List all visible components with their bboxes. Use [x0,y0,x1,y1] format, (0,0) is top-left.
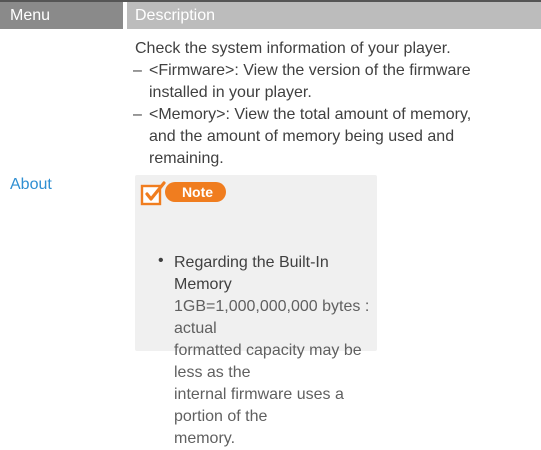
bullet-dash: – [133,106,142,123]
menu-item-about: About [10,176,52,193]
description-cell: Check the system information of your pla… [133,38,535,170]
bullet-line: and the amount of memory being used and [149,128,455,145]
bullet-line: <Firmware>: View the version of the firm… [149,62,471,79]
note-body-line: formatted capacity may be less as the [174,342,362,381]
description-bullet-firmware: – <Firmware>: View the version of the fi… [133,60,535,104]
bullet-line: remaining. [149,150,224,167]
header-menu-cell: Menu [0,2,123,29]
description-bullet-memory: – <Memory>: View the total amount of mem… [133,104,535,170]
note-body-line: internal firmware uses a portion of the [174,386,344,425]
bullet-dash: – [133,62,142,79]
note-body-line: memory. [174,430,236,447]
note-bullet-dot: • [158,252,164,269]
note-label: Note [165,182,226,202]
note-text: Regarding the Built-In Memory 1GB=1,000,… [174,252,384,450]
table-header: Menu Description [0,2,541,29]
bullet-line: <Memory>: View the total amount of memor… [149,106,472,123]
bullet-line: installed in your player. [149,84,312,101]
note-body-line: 1GB=1,000,000,000 bytes : actual [174,298,370,337]
description-intro: Check the system information of your pla… [135,40,451,57]
header-description-cell: Description [127,2,541,29]
note-title: Regarding the Built-In Memory [174,254,329,293]
note-box: Note • Regarding the Built-In Memory 1GB… [135,175,377,447]
